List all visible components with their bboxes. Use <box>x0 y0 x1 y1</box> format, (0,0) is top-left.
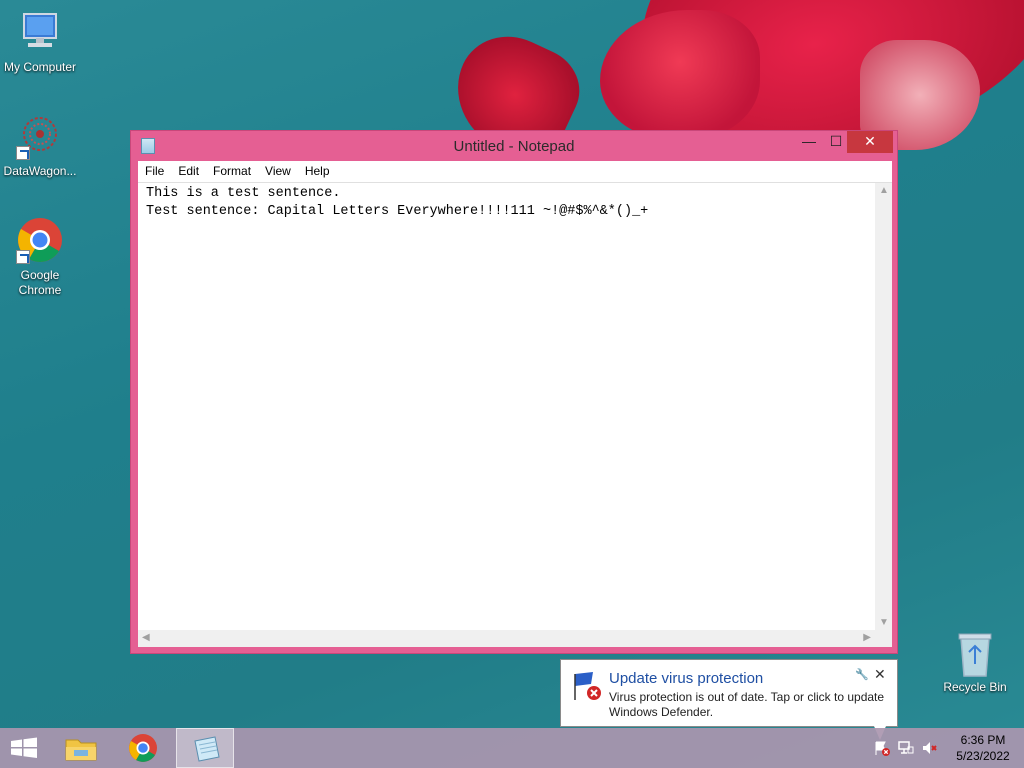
shortcut-arrow-icon <box>16 146 30 160</box>
virus-protection-notification[interactable]: Update virus protection Virus protection… <box>560 659 898 727</box>
text-editor[interactable]: This is a test sentence. Test sentence: … <box>138 183 892 647</box>
action-center-flag-icon[interactable] <box>874 740 890 756</box>
minimize-button[interactable]: — <box>795 131 823 153</box>
notepad-window[interactable]: Untitled - Notepad — ☐ ✕ File Edit Format V… <box>130 130 898 654</box>
desktop-icon-datawagon[interactable]: DataWagon... <box>0 112 80 179</box>
scroll-left-icon[interactable]: ◀ <box>142 632 150 643</box>
network-icon[interactable] <box>898 740 914 756</box>
taskbar: 6:36 PM 5/23/2022 <box>0 728 1024 768</box>
vertical-scrollbar[interactable]: ▲ ▼ <box>875 183 892 630</box>
close-button[interactable]: ✕ <box>847 131 893 153</box>
desktop-icon-label: Google Chrome <box>18 268 62 297</box>
editor-content[interactable]: This is a test sentence. Test sentence: … <box>146 185 866 625</box>
taskbar-notepad[interactable] <box>176 728 234 768</box>
recycle-bin-label: Recycle Bin <box>943 680 1007 694</box>
desktop-icon-label: My Computer <box>3 60 77 74</box>
flower-petal <box>600 10 760 140</box>
start-button[interactable] <box>0 728 58 768</box>
menu-bar: File Edit Format View Help <box>138 161 892 183</box>
volume-muted-icon[interactable] <box>922 740 938 756</box>
scroll-down-icon[interactable]: ▼ <box>879 617 889 628</box>
window-title: Untitled - Notepad <box>453 138 575 155</box>
datawagon-icon <box>16 112 64 160</box>
desktop-icon-label: DataWagon... <box>3 164 77 178</box>
taskbar-file-explorer[interactable] <box>52 728 110 768</box>
menu-edit[interactable]: Edit <box>171 161 206 183</box>
scroll-up-icon[interactable]: ▲ <box>879 185 889 196</box>
computer-icon <box>16 8 64 56</box>
recycle-bin-icon <box>955 630 995 678</box>
wrench-icon[interactable]: 🔧 <box>855 668 869 681</box>
menu-help[interactable]: Help <box>298 161 337 183</box>
resize-grip[interactable] <box>875 630 892 647</box>
notepad-icon <box>194 736 220 762</box>
notification-close-button[interactable]: ✕ <box>874 666 886 683</box>
taskbar-google-chrome[interactable] <box>114 728 172 768</box>
menu-file[interactable]: File <box>138 161 171 183</box>
folder-icon <box>65 739 97 761</box>
desktop-icon-my-computer[interactable]: My Computer <box>0 8 80 75</box>
windows-logo-icon <box>11 737 37 758</box>
maximize-button[interactable]: ☐ <box>822 131 850 153</box>
menu-format[interactable]: Format <box>206 161 258 183</box>
horizontal-scrollbar[interactable]: ◀ ▶ <box>138 630 875 647</box>
taskbar-clock[interactable]: 6:36 PM 5/23/2022 <box>948 732 1018 764</box>
desktop-icon-recycle-bin[interactable]: Recycle Bin <box>940 630 1010 694</box>
clock-time: 6:36 PM <box>960 733 1006 747</box>
menu-view[interactable]: View <box>258 161 298 183</box>
clock-date: 5/23/2022 <box>956 749 1010 763</box>
defender-flag-icon <box>571 670 603 702</box>
notification-title: Update virus protection <box>609 670 764 687</box>
chrome-icon <box>16 216 64 264</box>
desktop-icon-google-chrome[interactable]: Google Chrome <box>0 216 80 298</box>
title-bar[interactable]: Untitled - Notepad — ☐ ✕ <box>131 131 897 161</box>
notification-body: Virus protection is out of date. Tap or … <box>609 690 885 719</box>
shortcut-arrow-icon <box>16 250 30 264</box>
system-tray <box>870 736 940 760</box>
scroll-right-icon[interactable]: ▶ <box>863 632 871 643</box>
chrome-icon <box>129 734 157 762</box>
